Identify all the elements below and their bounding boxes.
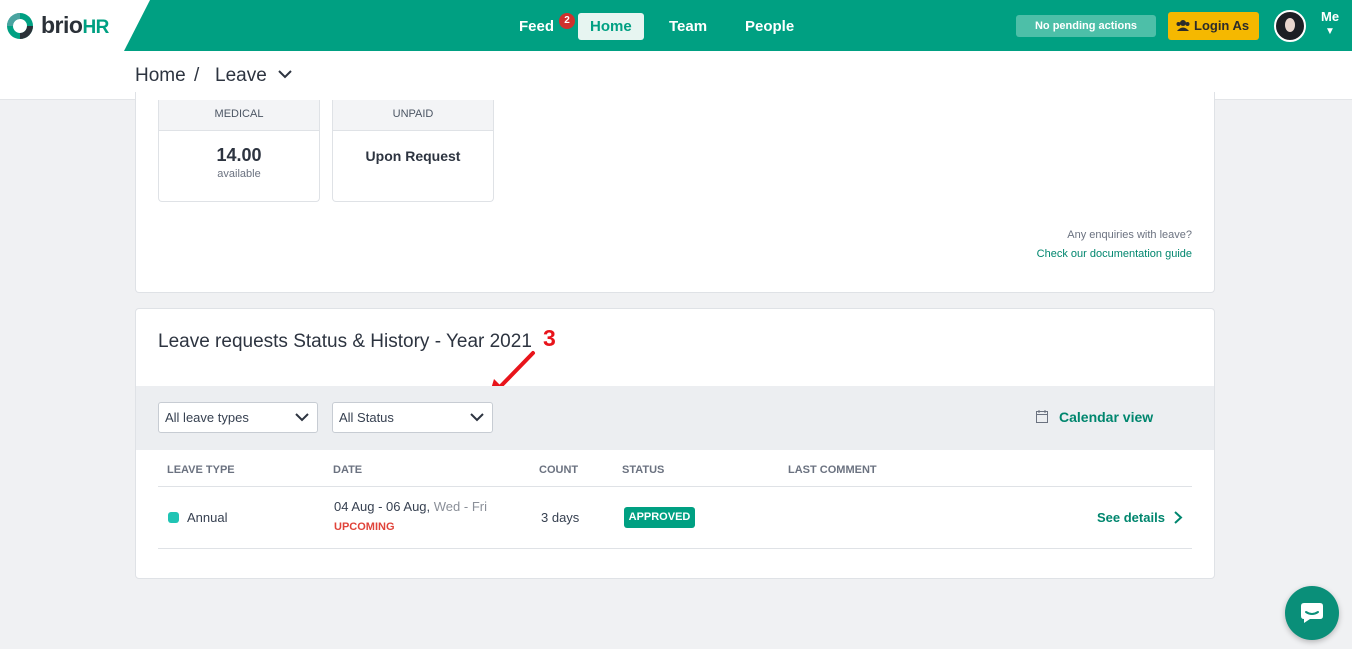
breadcrumb-separator: / [194, 65, 200, 86]
balance-tile-medical: MEDICAL 14.00 available [158, 100, 320, 202]
section-title: Leave requests Status & History - Year 2… [158, 331, 532, 352]
enquiry-text: Any enquiries with leave? [1067, 229, 1192, 241]
column-header-last-comment: LAST COMMENT [788, 464, 877, 476]
chevron-down-icon [470, 413, 484, 422]
nav-home[interactable]: Home [578, 13, 644, 40]
balance-tile-unpaid: UNPAID Upon Request [332, 100, 494, 202]
leave-type-cell: Annual [187, 510, 228, 525]
top-navbar: brioHR Feed 2 Home Team People No pendin… [0, 0, 1352, 51]
column-header-count: COUNT [539, 464, 579, 476]
pending-actions-button[interactable]: No pending actions [1016, 15, 1156, 37]
feed-notification-badge: 2 [559, 13, 575, 29]
column-header-leave-type: LEAVE TYPE [167, 464, 235, 476]
divider [158, 548, 1192, 549]
chat-icon [1301, 603, 1323, 623]
chat-launcher-button[interactable] [1285, 586, 1339, 640]
calendar-icon [1036, 410, 1048, 423]
leave-type-select-value: All leave types [165, 410, 249, 425]
logo-wordmark: brioHR [41, 12, 109, 38]
balance-value: Upon Request [365, 148, 461, 164]
balance-type: UNPAID [333, 100, 493, 131]
calendar-view-button[interactable]: Calendar view [1036, 409, 1153, 425]
column-header-date: DATE [333, 464, 363, 476]
status-select-value: All Status [339, 410, 394, 425]
upcoming-label: UPCOMING [334, 521, 395, 533]
documentation-link[interactable]: Check our documentation guide [1037, 248, 1192, 260]
login-as-label: Login As [1194, 18, 1250, 33]
date-cell: 04 Aug - 06 Aug, Wed - Fri [334, 499, 487, 514]
logo-mark-icon [7, 13, 33, 39]
chevron-down-icon [295, 413, 309, 422]
divider [158, 486, 1192, 487]
logo[interactable]: brioHR [0, 0, 160, 51]
avatar[interactable] [1274, 10, 1306, 42]
date-range: 04 Aug - 06 Aug, [334, 499, 431, 514]
count-cell: 3 days [541, 510, 580, 525]
nav-team[interactable]: Team [669, 13, 707, 40]
balance-sub: available [217, 168, 261, 180]
user-menu-label[interactable]: Me [1321, 9, 1339, 24]
calendar-view-label: Calendar view [1059, 409, 1154, 425]
leave-type-color-dot [168, 512, 179, 523]
users-icon [1176, 12, 1190, 50]
login-as-button[interactable]: Login As [1168, 12, 1259, 40]
see-details-link[interactable]: See details [1097, 510, 1165, 525]
avatar-face [1285, 18, 1295, 32]
leave-type-select[interactable]: All leave types [158, 402, 318, 433]
annotation-number: 3 [543, 325, 556, 351]
chevron-down-icon[interactable] [277, 68, 293, 80]
nav-people[interactable]: People [745, 13, 794, 40]
caret-down-icon[interactable]: ▼ [1325, 26, 1335, 37]
nav-feed[interactable]: Feed [519, 13, 554, 40]
day-range: Wed - Fri [433, 499, 487, 514]
balance-type: MEDICAL [159, 100, 319, 131]
status-select[interactable]: All Status [332, 402, 493, 433]
status-badge: APPROVED [624, 507, 695, 528]
breadcrumb-current: Leave [215, 65, 267, 86]
breadcrumb-home[interactable]: Home [135, 65, 186, 87]
column-header-status: STATUS [622, 464, 665, 476]
balance-value: 14.00 [216, 145, 262, 165]
chevron-right-icon[interactable] [1173, 511, 1183, 524]
